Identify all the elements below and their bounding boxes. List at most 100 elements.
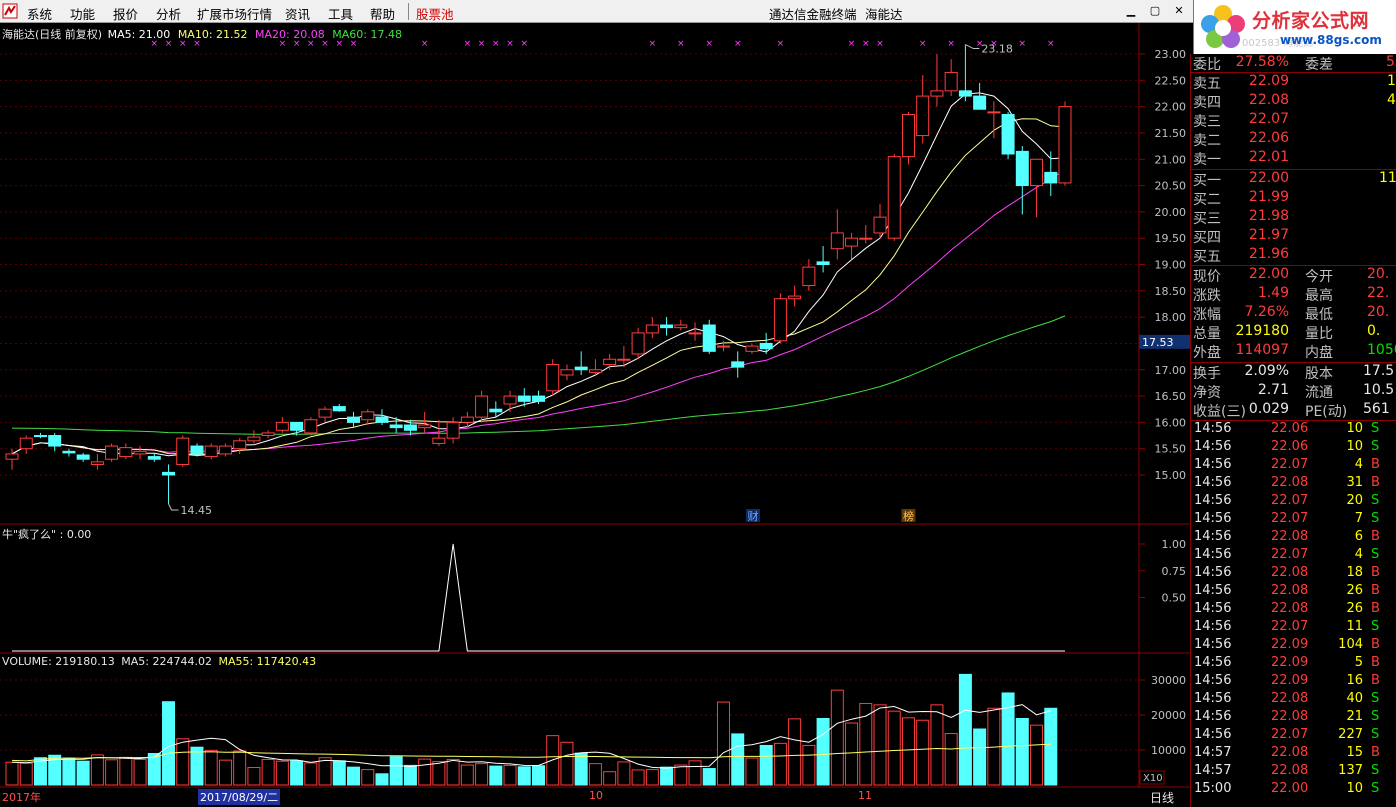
candle-body[interactable] [731, 361, 745, 368]
volume-bar[interactable] [916, 719, 930, 786]
period-selector[interactable]: 日线 [1150, 789, 1174, 806]
candle-body[interactable] [603, 358, 617, 365]
candle-body[interactable] [90, 461, 104, 465]
candle-body[interactable] [532, 395, 545, 402]
volume-bar[interactable] [716, 701, 730, 786]
candle-body[interactable] [218, 445, 232, 455]
candle-body[interactable] [859, 237, 873, 240]
candle-body[interactable] [76, 454, 90, 460]
candle-body[interactable] [133, 450, 147, 455]
close-icon[interactable]: ✕ [1170, 3, 1188, 19]
volume-bar[interactable] [574, 752, 588, 786]
volume-bar[interactable] [5, 761, 19, 786]
candle-body[interactable] [887, 156, 901, 239]
volume-bar[interactable] [233, 750, 247, 786]
candle-body[interactable] [916, 95, 930, 137]
candle-body[interactable] [773, 298, 787, 342]
candle-body[interactable] [418, 424, 432, 429]
volume-bar[interactable] [304, 762, 318, 786]
volume-bar[interactable] [617, 761, 631, 786]
volume-bar[interactable] [958, 673, 972, 786]
candle-body[interactable] [1044, 171, 1058, 184]
volume-bar[interactable] [247, 767, 261, 786]
candle-body[interactable] [147, 456, 161, 460]
volume-bar[interactable] [845, 722, 859, 786]
candle-body[interactable] [873, 216, 887, 234]
volume-bar[interactable] [389, 756, 403, 786]
candle-body[interactable] [517, 395, 531, 402]
candle-body[interactable] [489, 408, 503, 413]
volume-bar[interactable] [873, 704, 887, 786]
volume-bar[interactable] [332, 760, 346, 786]
menu-tools[interactable]: 工具 [328, 4, 353, 23]
volume-bar[interactable] [973, 728, 987, 786]
candle-body[interactable] [702, 324, 716, 352]
candle-body[interactable] [460, 416, 474, 423]
candle-body[interactable] [361, 411, 375, 421]
candle-body[interactable] [19, 437, 33, 450]
volume-bar[interactable] [588, 763, 602, 786]
candle-body[interactable] [389, 424, 403, 429]
volume-bar[interactable] [773, 742, 787, 786]
candle-body[interactable] [1015, 150, 1029, 187]
buy-row[interactable]: 买三 21.98 [1191, 208, 1396, 227]
candle-body[interactable] [546, 363, 560, 392]
candle-body[interactable] [375, 416, 389, 423]
candle-body[interactable] [105, 445, 119, 460]
candle-body[interactable] [176, 437, 190, 465]
candle-body[interactable] [617, 358, 631, 361]
volume-bar[interactable] [631, 769, 645, 786]
volume-bar[interactable] [1030, 724, 1044, 786]
candle-body[interactable] [48, 435, 62, 447]
sell-row[interactable]: 卖五 22.09 1 [1191, 73, 1396, 92]
volume-bar[interactable] [731, 733, 745, 786]
volume-bar[interactable] [517, 766, 531, 786]
candle-body[interactable] [588, 369, 602, 373]
volume-bar[interactable] [361, 769, 375, 786]
maximize-icon[interactable]: ▢ [1146, 3, 1164, 19]
volume-bar[interactable] [218, 759, 232, 786]
buy-row[interactable]: 买一 22.00 11 [1191, 170, 1396, 189]
candle-body[interactable] [403, 424, 417, 431]
candle-body[interactable] [62, 450, 76, 454]
volume-bar[interactable] [432, 761, 446, 786]
candle-body[interactable] [674, 324, 688, 329]
candle-body[interactable] [845, 237, 859, 247]
candle-body[interactable] [33, 435, 47, 438]
volume-bar[interactable] [261, 758, 275, 786]
candle-body[interactable] [475, 395, 489, 418]
candle-body[interactable] [745, 345, 759, 352]
sell-row[interactable]: 卖二 22.06 [1191, 130, 1396, 149]
volume-bar[interactable] [802, 744, 816, 786]
candle-body[interactable] [446, 421, 460, 439]
candle-body[interactable] [318, 408, 332, 418]
volume-bar[interactable] [1044, 707, 1058, 786]
candle-body[interactable] [1001, 114, 1015, 155]
candle-body[interactable] [944, 71, 958, 92]
sell-row[interactable]: 卖一 22.01 [1191, 149, 1396, 168]
candle-body[interactable] [233, 440, 247, 450]
minimize-icon[interactable]: ▁ [1122, 3, 1140, 19]
volume-bar[interactable] [190, 746, 204, 786]
sell-row[interactable]: 卖四 22.08 4 [1191, 92, 1396, 111]
candle-body[interactable] [901, 114, 915, 158]
volume-bar[interactable] [489, 765, 503, 786]
candle-body[interactable] [788, 295, 802, 300]
volume-bar[interactable] [76, 760, 90, 786]
candle-body[interactable] [204, 445, 218, 458]
candle-body[interactable] [5, 453, 19, 460]
candle-body[interactable] [261, 432, 275, 437]
menu-analysis[interactable]: 分析 [156, 4, 181, 23]
volume-bar[interactable] [204, 749, 218, 786]
buy-row[interactable]: 买五 21.96 [1191, 246, 1396, 265]
volume-bar[interactable] [745, 757, 759, 786]
buy-row[interactable]: 买二 21.99 [1191, 189, 1396, 208]
volume-bar[interactable] [645, 769, 659, 786]
candle-body[interactable] [645, 324, 659, 334]
volume-bar[interactable] [375, 773, 389, 786]
volume-bar[interactable] [105, 759, 119, 786]
volume-bar[interactable] [702, 768, 716, 786]
volume-bar[interactable] [788, 718, 802, 786]
candle-body[interactable] [119, 447, 133, 458]
candle-body[interactable] [716, 345, 730, 348]
